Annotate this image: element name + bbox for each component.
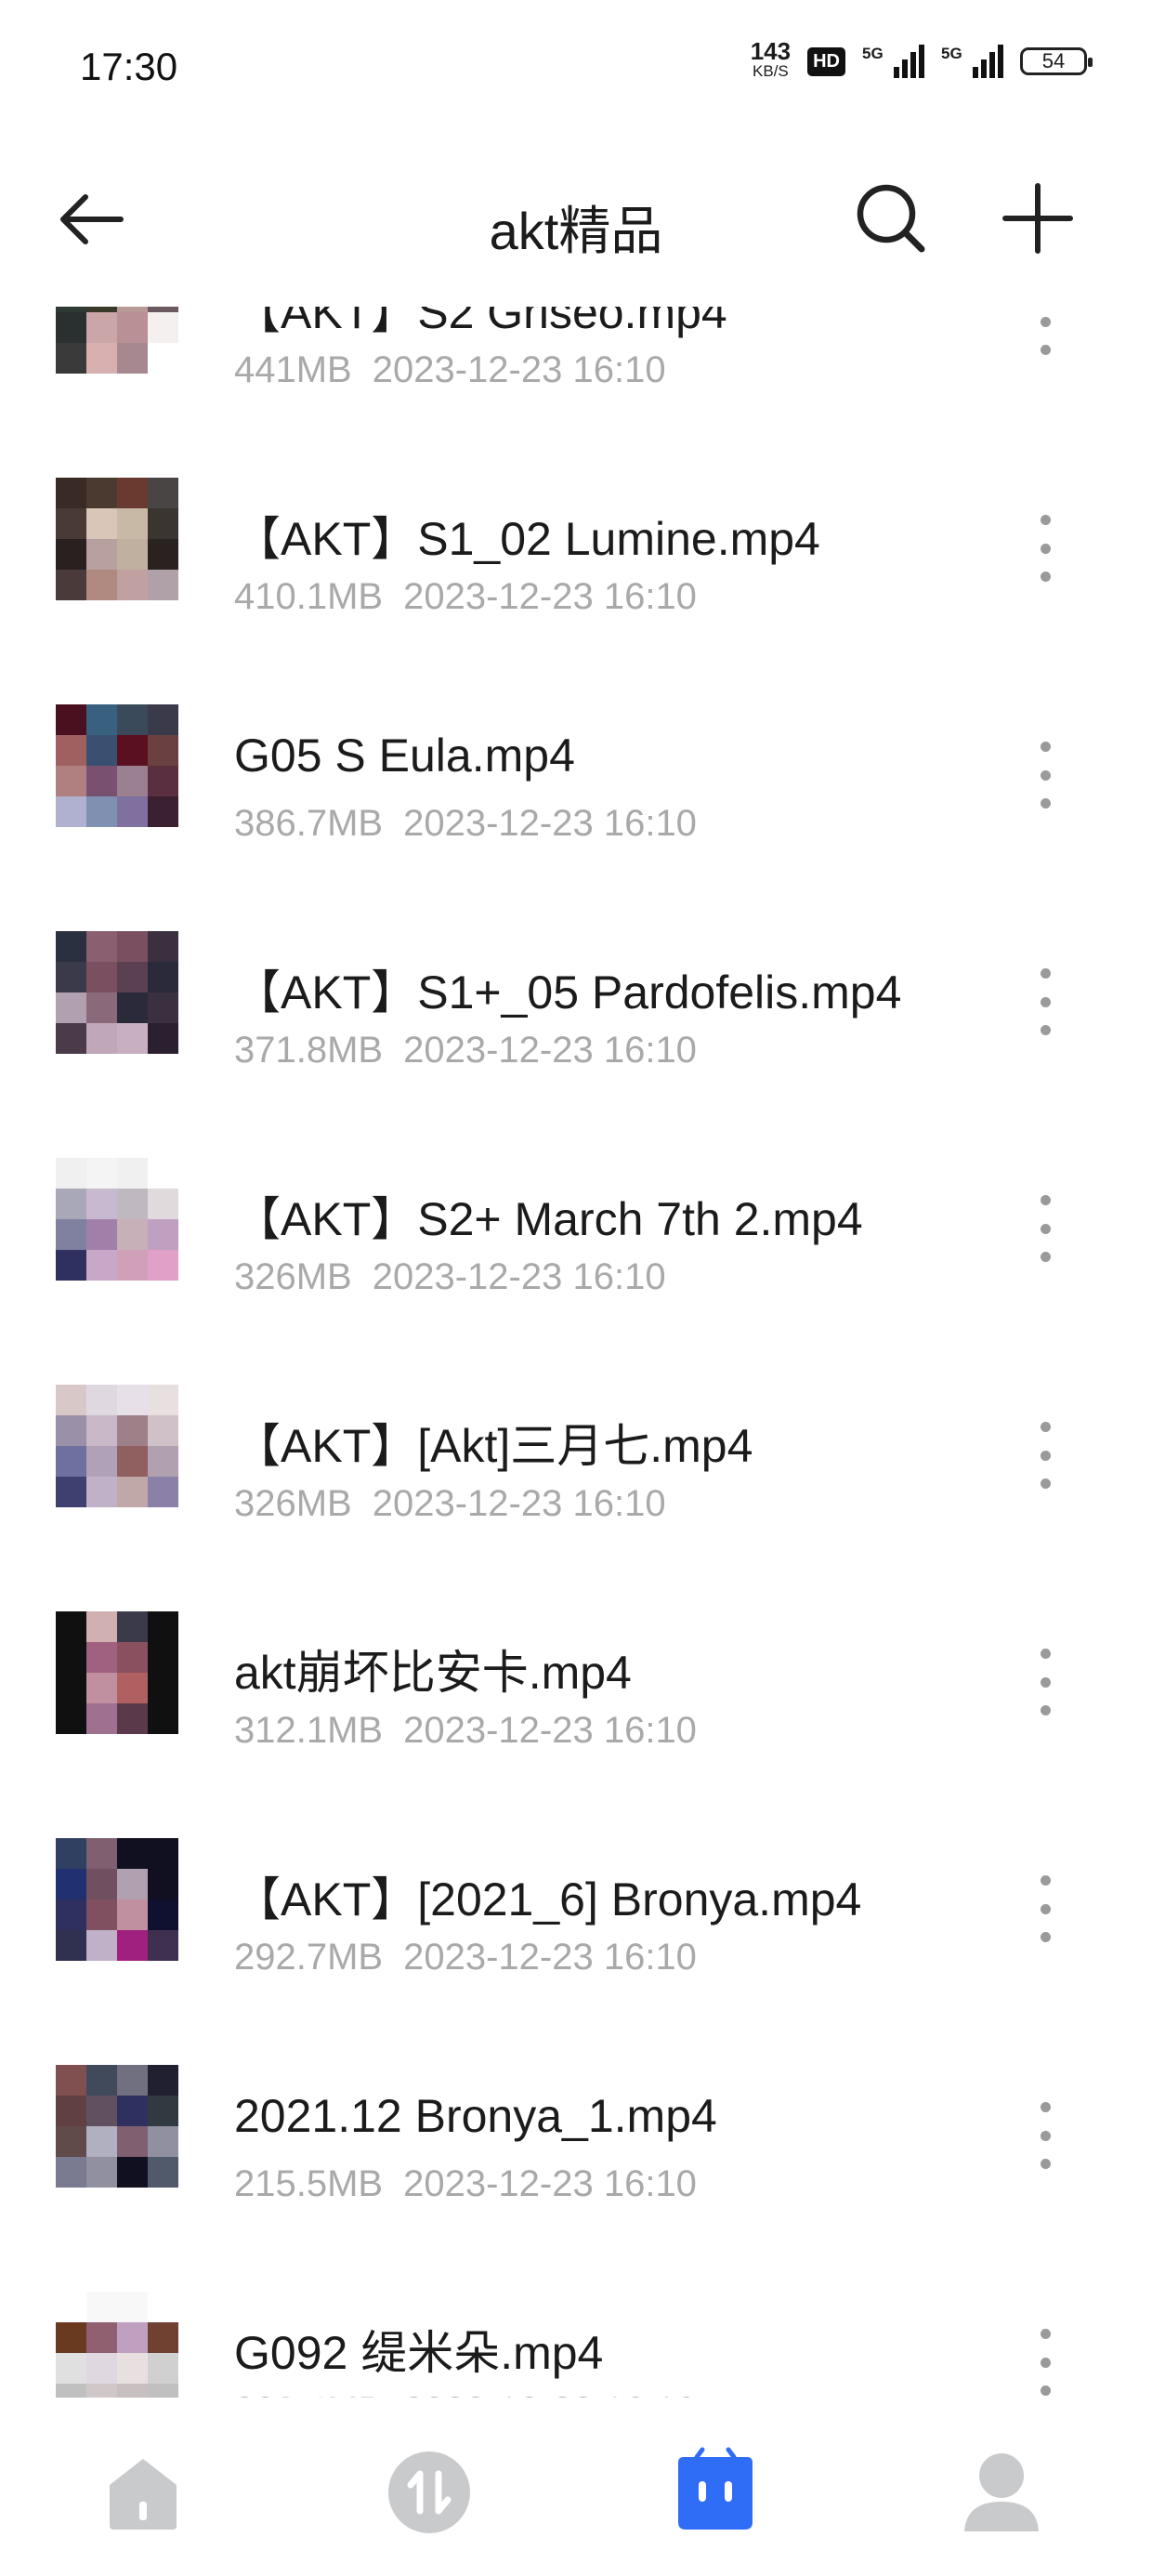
file-name: G092 缇米朵.mp4 [234, 2327, 604, 2379]
file-size: 208.4MB [234, 2390, 383, 2398]
file-list[interactable]: 【AKT】S2 Griseo.mp4 441MB 2023-12-23 16:10 【… [0, 307, 1152, 2398]
file-size: 292.7MB [234, 1937, 384, 1978]
file-size: 371.8MB [234, 1030, 384, 1071]
file-date: 2023-12-23 16:10 [403, 1937, 697, 1978]
file-meta: 326MB 2023-12-23 16:10 [234, 1256, 666, 1298]
file-date: 2023-12-23 16:10 [372, 349, 666, 390]
file-row[interactable]: 【AKT】[2021_6] Bronya.mp4 292.7MB 2023-12-2… [0, 1786, 1152, 2013]
video-thumbnail [56, 2065, 178, 2188]
status-icons: 143 KB/S HD 5G 5G 54 [750, 37, 1093, 82]
file-row[interactable]: G05 S Eula.mp4 386.7MB 2023-12-23 16:10 [0, 652, 1152, 879]
video-thumbnail [56, 931, 178, 1054]
file-size: 326MB [234, 1256, 352, 1297]
file-date: 2023-12-23 16:10 [403, 803, 697, 844]
video-thumbnail [56, 704, 178, 827]
video-thumbnail [56, 2292, 178, 2398]
transfer-icon [388, 2451, 470, 2533]
video-thumbnail [56, 1385, 178, 1507]
file-row[interactable]: 【AKT】S1+_05 Pardofelis.mp4 371.8MB 2023-12… [0, 879, 1152, 1106]
more-options-icon[interactable] [1022, 2329, 1068, 2396]
file-date: 2023-12-23 16:10 [403, 1710, 697, 1751]
search-button[interactable] [849, 177, 933, 260]
file-date: 2023-12-23 16:10 [403, 576, 697, 617]
file-size: 386.7MB [234, 803, 384, 844]
file-name: G05 S Eula.mp4 [234, 729, 575, 782]
file-meta: 215.5MB 2023-12-23 16:10 [234, 2163, 697, 2205]
status-time: 17:30 [80, 45, 178, 88]
nav-files[interactable] [669, 2446, 762, 2539]
more-options-icon[interactable] [1022, 1875, 1068, 1942]
more-options-icon[interactable] [1022, 1195, 1068, 1262]
profile-icon [964, 2453, 1039, 2531]
battery-icon: 54 [1020, 47, 1093, 75]
more-options-icon[interactable] [1022, 1649, 1068, 1715]
file-name: 【AKT】S2+ March 7th 2.mp4 [234, 1193, 863, 1245]
file-name: 【AKT】S1_02 Lumine.mp4 [234, 513, 820, 565]
file-row[interactable]: 【AKT】S1_02 Lumine.mp4 410.1MB 2023-12-23 1… [0, 426, 1152, 652]
file-date: 2023-12-23 16:10 [403, 1030, 697, 1071]
more-options-icon[interactable] [1022, 2102, 1068, 2169]
file-name: 【AKT】[2021_6] Bronya.mp4 [234, 1873, 862, 1925]
top-bar: akt精品 [0, 139, 1152, 307]
file-row[interactable]: 2021.12 Bronya_1.mp4 215.5MB 2023-12-23 16… [0, 2013, 1152, 2240]
file-meta: 312.1MB 2023-12-23 16:10 [234, 1710, 697, 1752]
file-size: 312.1MB [234, 1710, 384, 1751]
video-thumbnail [56, 1611, 178, 1734]
file-row[interactable]: G092 缇米朵.mp4 208.4MB 2023-12-23 16:10 [0, 2240, 1152, 2398]
file-meta: 292.7MB 2023-12-23 16:10 [234, 1937, 697, 1978]
file-name: akt崩坏比安卡.mp4 [234, 1647, 632, 1699]
network-speed-value: 143 [750, 37, 792, 65]
file-row[interactable]: 【AKT】S2 Griseo.mp4 441MB 2023-12-23 16:10 [0, 307, 1152, 426]
file-row[interactable]: 【AKT】[Akt]三月七.mp4 326MB 2023-12-23 16:10 [0, 1333, 1152, 1559]
video-thumbnail [56, 478, 178, 600]
more-options-icon[interactable] [1022, 1422, 1068, 1489]
video-thumbnail [56, 307, 178, 374]
video-thumbnail [56, 1158, 178, 1281]
search-icon [857, 184, 925, 253]
plus-icon [1002, 183, 1073, 254]
file-date: 2023-12-23 16:10 [403, 2390, 697, 2398]
nav-transfer[interactable] [383, 2446, 476, 2539]
file-meta: 371.8MB 2023-12-23 16:10 [234, 1030, 697, 1071]
file-date: 2023-12-23 16:10 [403, 2163, 697, 2204]
file-meta: 386.7MB 2023-12-23 16:10 [234, 803, 697, 845]
signal-sim1-icon: 5G [862, 45, 924, 78]
file-name: 【AKT】S2 Griseo.mp4 [234, 307, 727, 338]
nav-profile[interactable] [955, 2446, 1048, 2539]
file-name: 2021.12 Bronya_1.mp4 [234, 2090, 717, 2142]
file-meta: 326MB 2023-12-23 16:10 [234, 1483, 666, 1525]
file-name: 【AKT】S1+_05 Pardofelis.mp4 [234, 966, 902, 1019]
home-icon [110, 2459, 177, 2530]
files-icon [678, 2447, 753, 2530]
file-meta: 208.4MB 2023-12-23 16:10 [234, 2390, 697, 2398]
network-speed-unit: KB/S [753, 62, 789, 80]
file-date: 2023-12-23 16:10 [372, 1256, 666, 1297]
file-meta: 441MB 2023-12-23 16:10 [234, 349, 666, 391]
file-size: 326MB [234, 1483, 352, 1524]
file-name: 【AKT】[Akt]三月七.mp4 [234, 1420, 753, 1472]
file-row[interactable]: akt崩坏比安卡.mp4 312.1MB 2023-12-23 16:10 [0, 1559, 1152, 1786]
video-thumbnail [56, 1838, 178, 1961]
file-meta: 410.1MB 2023-12-23 16:10 [234, 576, 697, 618]
more-options-icon[interactable] [1022, 515, 1068, 582]
file-size: 215.5MB [234, 2163, 384, 2204]
signal-sim2-icon: 5G [941, 45, 1003, 78]
file-row[interactable]: 【AKT】S2+ March 7th 2.mp4 326MB 2023-12-23 … [0, 1106, 1152, 1333]
page-title: akt精品 [489, 202, 663, 260]
hd-voice-icon: HD [807, 46, 845, 76]
more-options-icon[interactable] [1022, 742, 1068, 808]
network-speed: 143 KB/S [750, 37, 792, 82]
battery-level: 54 [1041, 49, 1066, 72]
file-size: 410.1MB [234, 576, 384, 617]
nav-home[interactable] [97, 2446, 190, 2539]
add-button[interactable] [996, 177, 1080, 260]
file-size: 441MB [234, 349, 352, 390]
bottom-nav [0, 2398, 1152, 2576]
more-options-icon[interactable] [1022, 968, 1068, 1035]
file-date: 2023-12-23 16:10 [372, 1483, 666, 1524]
status-bar: 17:30 143 KB/S HD 5G 5G 54 [0, 0, 1152, 139]
more-options-icon[interactable] [1022, 307, 1068, 355]
